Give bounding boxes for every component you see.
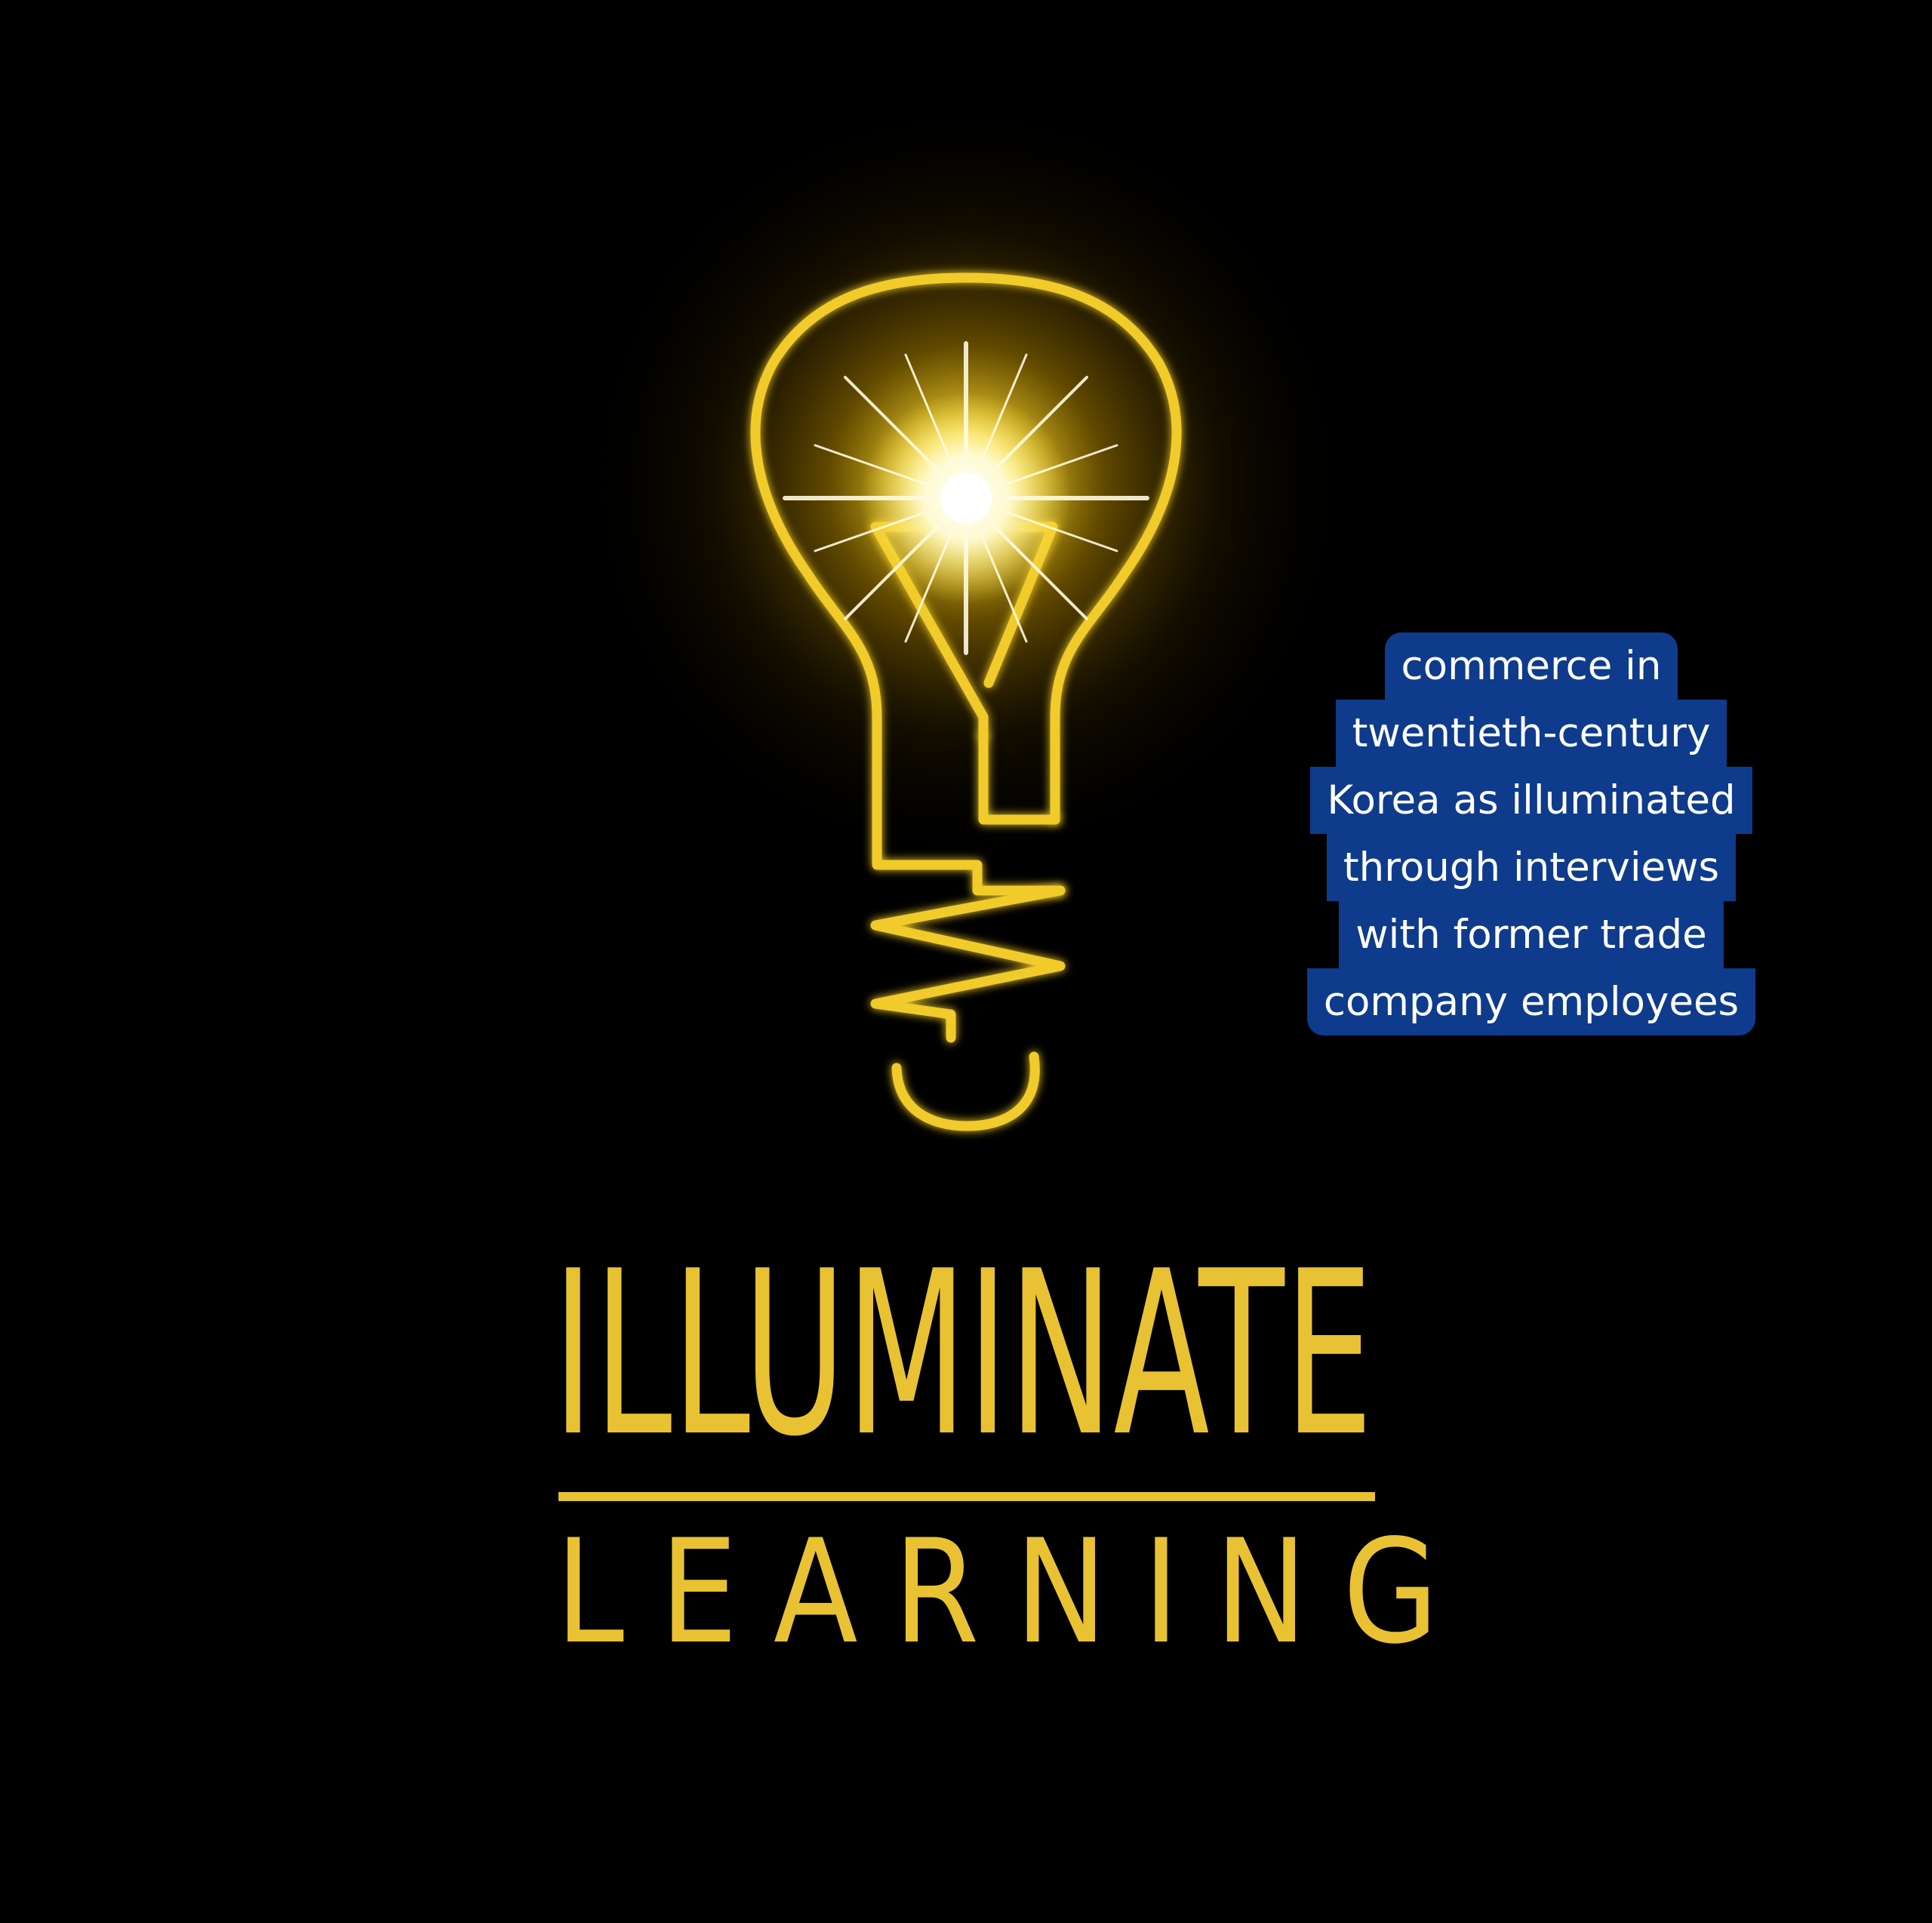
poster: ILLUMINATE LEARNING commerce in twentiet… [0, 0, 1932, 1923]
base-cap [891, 1051, 1040, 1131]
caption-line: company employees [1306, 968, 1756, 1035]
caption-line: commerce in [1384, 632, 1678, 700]
screw-base [870, 885, 1066, 1043]
caption-line: with former trade [1339, 901, 1724, 968]
logo-line-1: ILLUMINATE [552, 1223, 1374, 1486]
caption-line: twentieth-century [1335, 700, 1727, 767]
logo-line-2: LEARNING [555, 1509, 1475, 1675]
logo-divider [558, 1492, 1375, 1501]
caption-line: through interviews [1326, 834, 1737, 901]
caption-box: commerce in twentieth-century Korea as i… [1287, 616, 1775, 1051]
caption-line: Korea as illuminated [1310, 767, 1752, 834]
